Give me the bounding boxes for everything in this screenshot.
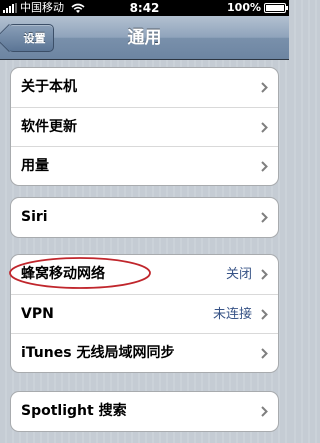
- battery-percent: 100%: [227, 1, 261, 14]
- cell-about[interactable]: 关于本机: [11, 68, 278, 107]
- cell-label: 用量: [21, 158, 49, 174]
- cell-software-update[interactable]: 软件更新: [11, 107, 278, 146]
- chevron-right-icon: [261, 269, 268, 280]
- cell-value: 未连接: [212, 307, 252, 322]
- cell-itunes-wifi-sync[interactable]: iTunes 无线局域网同步: [11, 333, 278, 372]
- cell-label: VPN: [21, 306, 54, 322]
- status-right: 100%: [227, 0, 288, 16]
- chevron-right-icon: [261, 82, 268, 93]
- cell-label: Siri: [21, 209, 48, 225]
- cell-label: 蜂窝移动网络: [21, 266, 105, 282]
- cell-usage[interactable]: 用量: [11, 146, 278, 185]
- chevron-right-icon: [261, 348, 268, 359]
- navigation-bar: 通用 设置: [0, 16, 289, 60]
- status-bar: 中国移动 8:42 100%: [0, 0, 289, 16]
- chevron-right-icon: [261, 309, 268, 320]
- settings-group-network: 蜂窝移动网络 关闭 VPN 未连接 iTunes 无线局域网同步: [10, 254, 279, 373]
- cell-siri[interactable]: Siri: [11, 198, 278, 237]
- cell-spotlight[interactable]: Spotlight 搜索: [11, 392, 278, 431]
- battery-icon: [264, 3, 288, 13]
- settings-group-spotlight: Spotlight 搜索: [10, 391, 279, 432]
- back-button-label: 设置: [23, 32, 46, 45]
- cell-vpn[interactable]: VPN 未连接: [11, 294, 278, 333]
- back-button[interactable]: 设置: [0, 23, 54, 53]
- chevron-right-icon: [261, 122, 268, 133]
- cell-label: 软件更新: [21, 119, 77, 135]
- settings-group-general: 关于本机 软件更新 用量: [10, 67, 279, 186]
- cell-cellular[interactable]: 蜂窝移动网络 关闭: [11, 255, 278, 294]
- cell-label: Spotlight 搜索: [21, 403, 127, 419]
- chevron-right-icon: [261, 161, 268, 172]
- cell-label: iTunes 无线局域网同步: [21, 345, 175, 361]
- cell-value: 关闭: [225, 267, 252, 282]
- cell-label: 关于本机: [21, 79, 77, 95]
- chevron-right-icon: [261, 406, 268, 417]
- settings-group-siri: Siri: [10, 197, 279, 238]
- chevron-right-icon: [261, 212, 268, 223]
